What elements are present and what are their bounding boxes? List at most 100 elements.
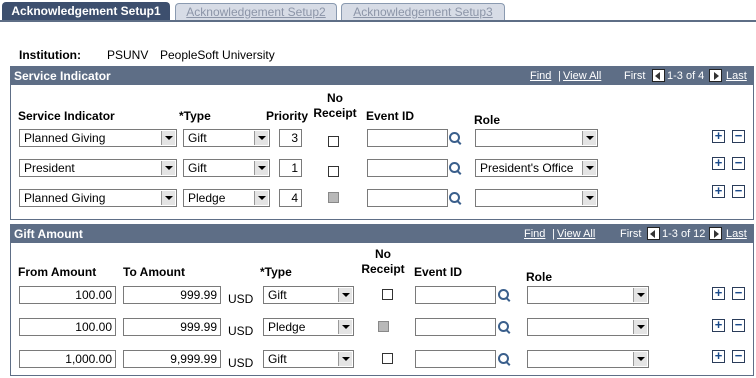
previous-row-button[interactable] [652,69,665,82]
col-no-receipt: No Receipt [361,247,405,276]
tab-acknowledgement-setup2[interactable]: Acknowledgement Setup2 [175,3,337,21]
type-select[interactable]: Pledge [263,318,354,336]
service-indicator-select[interactable]: Planned Giving [19,129,177,147]
no-receipt-checkbox-disabled [328,192,339,203]
priority-input[interactable]: 3 [279,129,302,147]
lookup-icon[interactable] [498,321,511,334]
add-row-button[interactable]: + [712,156,725,170]
role-select[interactable] [527,286,649,304]
section-title: Gift Amount [14,227,83,241]
find-link[interactable]: Find [524,228,545,240]
no-receipt-checkbox[interactable] [328,166,339,177]
chevron-down-icon [582,131,596,145]
section-title: Service Indicator [14,69,111,83]
role-select[interactable] [527,318,649,336]
next-row-button[interactable] [709,227,722,240]
col-role: Role [526,270,553,284]
add-row-button[interactable]: + [712,184,725,198]
view-all-link[interactable]: View All [557,228,595,240]
chevron-down-icon [254,191,268,205]
last-link[interactable]: Last [726,70,747,82]
delete-row-button[interactable]: − [732,184,745,198]
currency-code: USD [228,292,254,306]
event-id-input[interactable] [367,159,448,177]
col-event-id: Event ID [414,265,463,279]
last-link[interactable]: Last [726,228,747,240]
to-amount-input[interactable]: 9,999.99 [123,350,221,368]
delete-row-button[interactable]: − [732,129,745,143]
chevron-down-icon [254,161,268,175]
delete-row-button[interactable]: − [732,318,745,332]
tab-underline [0,20,756,22]
row-range: 1-3 of 12 [662,228,706,240]
type-select[interactable]: Gift [183,129,270,147]
type-select[interactable]: Pledge [183,189,270,207]
add-row-button[interactable]: + [712,318,725,332]
chevron-down-icon [338,288,352,302]
delete-row-button[interactable]: − [732,286,745,300]
role-select[interactable] [527,350,649,368]
find-link[interactable]: Find [530,70,551,82]
from-amount-input[interactable]: 100.00 [19,318,116,336]
lookup-icon[interactable] [449,192,462,205]
currency-code: USD [228,356,254,370]
first-label: First [620,228,642,240]
delete-row-button[interactable]: − [732,349,745,363]
lookup-icon[interactable] [449,132,462,145]
no-receipt-checkbox[interactable] [382,289,393,300]
service-indicator-header: Service Indicator Find | View All First … [11,67,753,85]
gift-amount-header: Gift Amount Find | View All First 1-3 of… [11,225,753,243]
nav-separator: | [558,70,561,82]
chevron-down-icon [338,320,352,334]
view-all-link[interactable]: View All [563,70,601,82]
type-select[interactable]: Gift [263,350,354,368]
col-event-id: Event ID [366,109,415,123]
tab-acknowledgement-setup3[interactable]: Acknowledgement Setup3 [341,3,505,21]
lookup-icon[interactable] [498,353,511,366]
type-select[interactable]: Gift [183,159,270,177]
to-amount-input[interactable]: 999.99 [123,286,221,304]
from-amount-input[interactable]: 100.00 [19,286,116,304]
next-row-button[interactable] [709,69,722,82]
no-receipt-checkbox[interactable] [382,353,393,364]
lookup-icon[interactable] [449,162,462,175]
institution-label: Institution: [19,48,81,62]
add-row-button[interactable]: + [712,349,725,363]
col-type: *Type [179,109,211,123]
priority-input[interactable]: 1 [279,159,302,177]
delete-row-button[interactable]: − [732,156,745,170]
col-priority: Priority [266,109,309,123]
tab-acknowledgement-setup1[interactable]: Acknowledgement Setup1 [2,2,170,22]
no-receipt-checkbox[interactable] [328,136,339,147]
role-select[interactable]: President's Office [475,159,598,177]
priority-input[interactable]: 4 [279,189,302,207]
chevron-down-icon [633,320,647,334]
event-id-input[interactable] [367,189,448,207]
add-row-button[interactable]: + [712,129,725,143]
service-indicator-select[interactable]: President [19,159,177,177]
chevron-down-icon [161,131,175,145]
chevron-down-icon [633,352,647,366]
col-service-indicator: Service Indicator [18,109,115,123]
lookup-icon[interactable] [498,289,511,302]
to-amount-input[interactable]: 999.99 [123,318,221,336]
from-amount-input[interactable]: 1,000.00 [19,350,116,368]
previous-row-button[interactable] [647,227,660,240]
chevron-down-icon [582,191,596,205]
event-id-input[interactable] [415,350,496,368]
event-id-input[interactable] [415,318,496,336]
role-select[interactable] [475,189,598,207]
currency-code: USD [228,324,254,338]
no-receipt-checkbox-disabled [378,321,389,332]
event-id-input[interactable] [367,129,448,147]
type-select[interactable]: Gift [263,286,354,304]
service-indicator-select[interactable]: Planned Giving [19,189,177,207]
row-range: 1-3 of 4 [667,70,705,82]
chevron-down-icon [338,352,352,366]
add-row-button[interactable]: + [712,286,725,300]
chevron-down-icon [161,161,175,175]
first-label: First [624,70,646,82]
role-select[interactable] [475,129,598,147]
event-id-input[interactable] [415,286,496,304]
chevron-down-icon [582,161,596,175]
